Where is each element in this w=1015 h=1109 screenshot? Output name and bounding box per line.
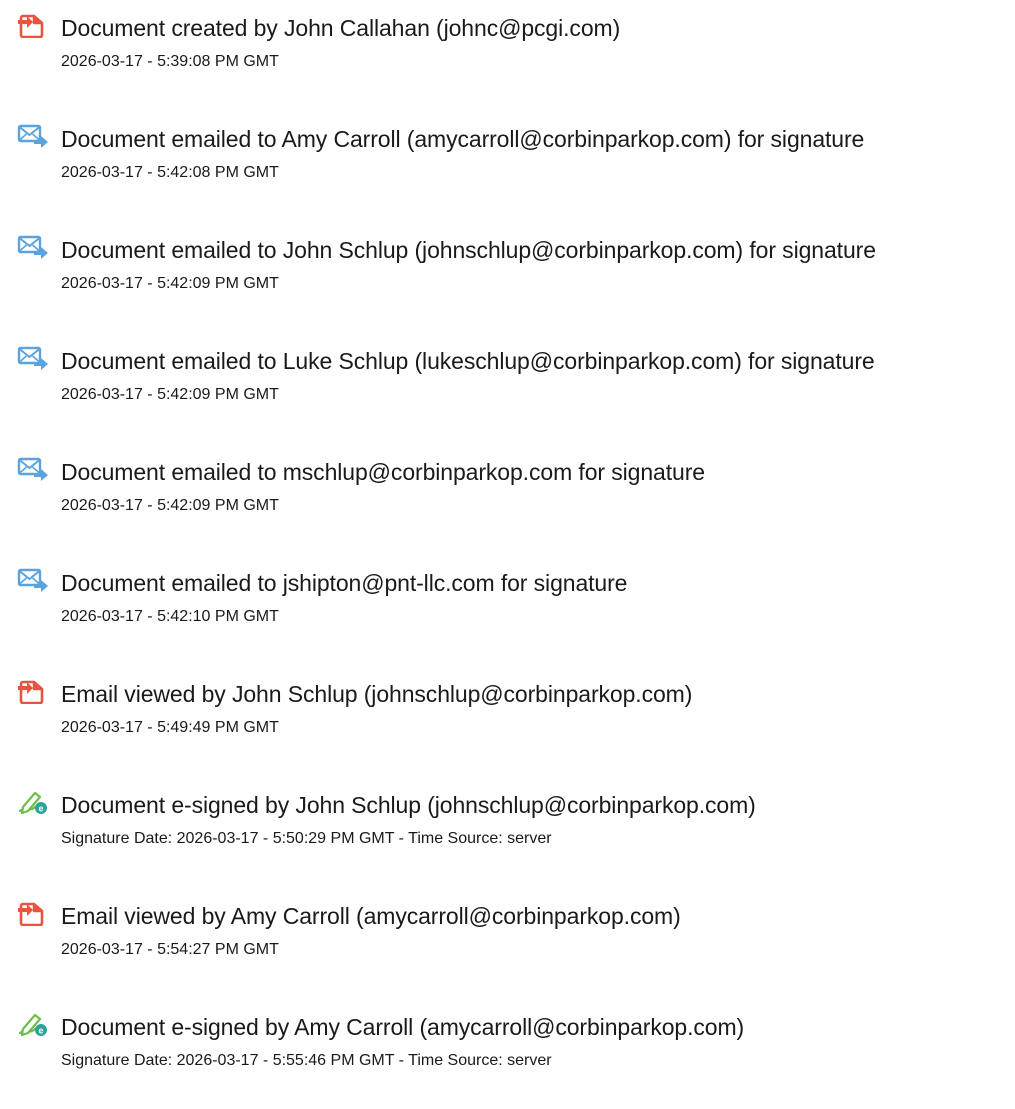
email-sent-icon bbox=[17, 456, 49, 482]
event-timestamp: 2026-03-17 - 5:49:49 PM GMT bbox=[61, 719, 279, 736]
event-title: Email viewed by Amy Carroll (amycarroll@… bbox=[61, 903, 681, 929]
event-title: Document emailed to jshipton@pnt-llc.com… bbox=[61, 570, 628, 596]
email-sent-icon bbox=[17, 345, 49, 371]
event-timestamp: 2026-03-17 - 5:39:08 PM GMT bbox=[61, 53, 279, 70]
audit-event: Document emailed to Luke Schlup (lukesch… bbox=[17, 341, 1012, 431]
event-timestamp: 2026-03-17 - 5:54:27 PM GMT bbox=[61, 941, 279, 958]
audit-event: Document emailed to mschlup@corbinparkop… bbox=[17, 452, 1012, 542]
audit-event: Document emailed to jshipton@pnt-llc.com… bbox=[17, 563, 1012, 653]
audit-event: Document e-signed by John Schlup (johnsc… bbox=[17, 785, 1012, 875]
event-timestamp: 2026-03-17 - 5:42:09 PM GMT bbox=[61, 386, 279, 403]
email-sent-icon bbox=[17, 123, 49, 149]
event-timestamp: Signature Date: 2026-03-17 - 5:50:29 PM … bbox=[61, 830, 552, 847]
event-title: Document emailed to Amy Carroll (amycarr… bbox=[61, 126, 865, 152]
e-signature-icon bbox=[17, 1011, 49, 1037]
audit-event: Document e-signed by Amy Carroll (amycar… bbox=[17, 1007, 1012, 1097]
email-sent-icon bbox=[17, 234, 49, 260]
document-created-icon bbox=[17, 12, 49, 38]
event-title: Document emailed to Luke Schlup (lukesch… bbox=[61, 348, 875, 374]
audit-event: Email viewed by Amy Carroll (amycarroll@… bbox=[17, 896, 1012, 986]
audit-event: Document created by John Callahan (johnc… bbox=[17, 8, 1012, 98]
email-viewed-icon bbox=[17, 678, 49, 704]
event-timestamp: 2026-03-17 - 5:42:10 PM GMT bbox=[61, 608, 279, 625]
audit-event: Document emailed to Amy Carroll (amycarr… bbox=[17, 119, 1012, 209]
event-title: Document emailed to mschlup@corbinparkop… bbox=[61, 459, 705, 485]
event-timestamp: 2026-03-17 - 5:42:09 PM GMT bbox=[61, 275, 279, 292]
event-title: Document created by John Callahan (johnc… bbox=[61, 15, 621, 41]
audit-event: Email viewed by John Schlup (johnschlup@… bbox=[17, 674, 1012, 764]
event-timestamp: 2026-03-17 - 5:42:08 PM GMT bbox=[61, 164, 279, 181]
audit-event: Document emailed to John Schlup (johnsch… bbox=[17, 230, 1012, 320]
event-timestamp: Signature Date: 2026-03-17 - 5:55:46 PM … bbox=[61, 1052, 552, 1069]
email-viewed-icon bbox=[17, 900, 49, 926]
e-signature-icon bbox=[17, 789, 49, 815]
event-timestamp: 2026-03-17 - 5:42:09 PM GMT bbox=[61, 497, 279, 514]
email-sent-icon bbox=[17, 567, 49, 593]
event-title: Email viewed by John Schlup (johnschlup@… bbox=[61, 681, 693, 707]
event-title: Document e-signed by John Schlup (johnsc… bbox=[61, 792, 756, 818]
event-title: Document e-signed by Amy Carroll (amycar… bbox=[61, 1014, 745, 1040]
event-title: Document emailed to John Schlup (johnsch… bbox=[61, 237, 876, 263]
